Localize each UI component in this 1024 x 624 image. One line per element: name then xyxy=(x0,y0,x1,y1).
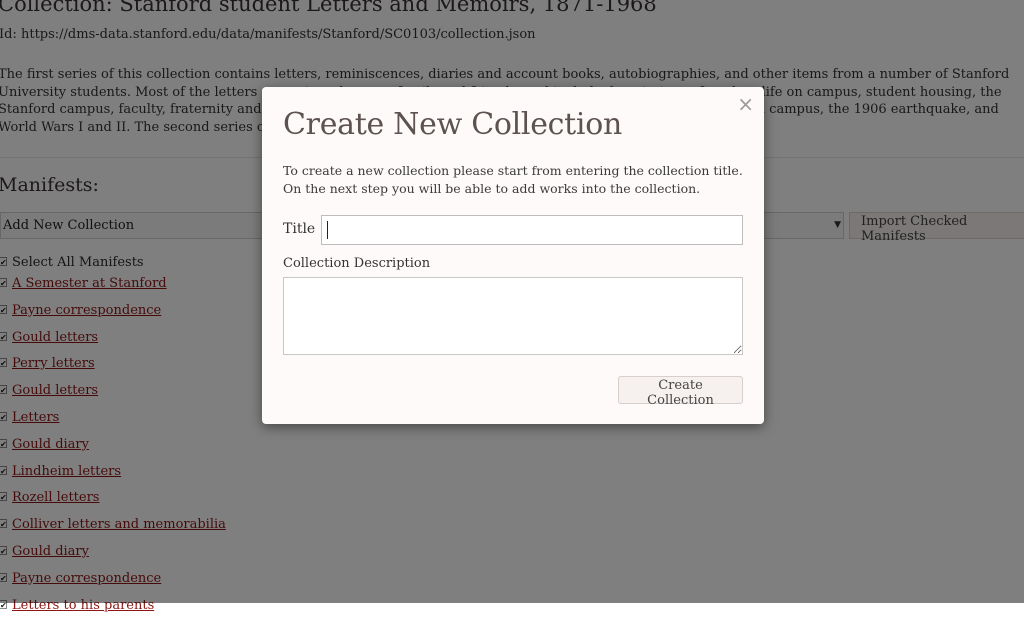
title-label: Title xyxy=(283,221,316,237)
text-caret xyxy=(327,221,328,239)
description-textarea[interactable] xyxy=(283,277,743,355)
create-collection-modal: × Create New Collection To create a new … xyxy=(262,87,764,424)
description-label: Collection Description xyxy=(283,256,431,271)
modal-intro: To create a new collection please start … xyxy=(283,163,743,196)
close-icon[interactable]: × xyxy=(737,93,754,115)
title-input[interactable] xyxy=(321,215,743,245)
create-collection-button[interactable]: Create Collection xyxy=(618,376,743,408)
modal-title: Create New Collection xyxy=(283,107,622,142)
